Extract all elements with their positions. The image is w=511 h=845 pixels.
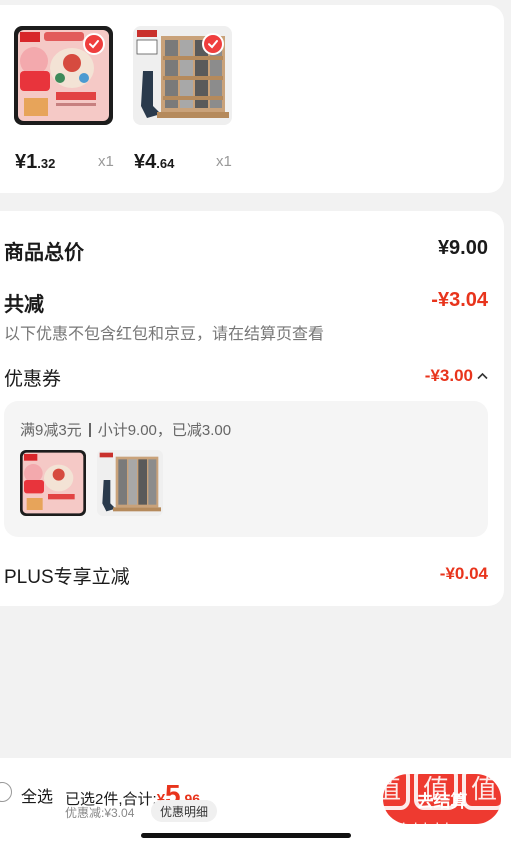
home-indicator: [141, 833, 351, 838]
plus-value: -¥0.04: [439, 564, 488, 583]
coupon-toggle[interactable]: -¥3.00: [425, 366, 488, 386]
divider: [88, 423, 91, 437]
reduce-value: -¥3.04: [431, 289, 488, 311]
reduce-label: 共减: [4, 294, 44, 316]
product-qty-2: x1: [216, 153, 232, 170]
product-image-1[interactable]: [14, 26, 113, 125]
reduce-note: 以下优惠不包含红包和京豆，请在结算页查看: [4, 326, 325, 343]
chevron-up-icon: [477, 372, 488, 380]
coupon-rule: 满9减3元: [20, 422, 82, 439]
discount-detail-button[interactable]: 优惠明细: [151, 800, 218, 822]
plus-label: PLUS专享立减: [4, 567, 130, 588]
total-value: ¥9.00: [437, 237, 488, 259]
checkout-bar: 全选 已选2件,合计: ¥5.96 优惠减:¥3.04 优惠明细 去结算: [0, 758, 511, 845]
coupon-rule-line: 满9减3元 小计9.00，已减3.00: [20, 419, 231, 440]
coupon-detail-box: 满9减3元 小计9.00，已减3.00: [4, 401, 488, 537]
product-image-2[interactable]: [133, 26, 232, 125]
select-all-label[interactable]: 全选: [21, 783, 53, 807]
product-price-2: ¥4.64: [134, 151, 175, 173]
total-label: 商品总价: [4, 242, 84, 264]
cart-items-card: ¥1.32 x1 ¥4.64 x1: [0, 5, 504, 193]
product-qty-1: x1: [98, 153, 114, 170]
coupon-product-image-2: [97, 450, 163, 516]
coupon-value: -¥3.00: [424, 366, 473, 385]
coupon-product-image-1: [20, 450, 86, 516]
price-summary-card: 商品总价 ¥9.00 共减 -¥3.04 以下优惠不包含红包和京豆，请在结算页查…: [0, 211, 504, 606]
discount-text: 优惠减:¥3.04: [65, 806, 135, 820]
selected-check-icon[interactable]: [202, 33, 224, 55]
select-all-radio[interactable]: [0, 782, 12, 802]
product-price-1: ¥1.32: [15, 151, 56, 173]
checkout-button[interactable]: 去结算: [383, 774, 501, 824]
selected-check-icon[interactable]: [83, 33, 105, 55]
coupon-detail: 小计9.00，已减3.00: [97, 422, 232, 439]
coupon-label: 优惠券: [4, 369, 62, 390]
